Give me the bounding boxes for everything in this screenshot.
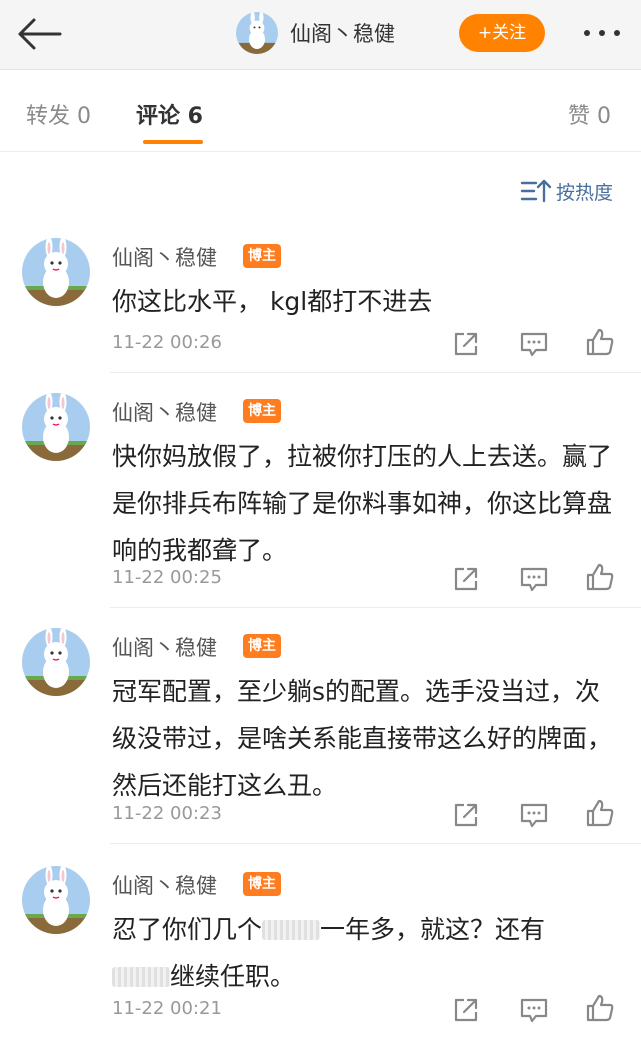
sort-icon [520,179,552,203]
top-bar: 仙阁丶稳健 +关注 [0,0,641,70]
divider [110,372,641,373]
tab-likes[interactable]: 赞 0 [568,98,611,130]
divider [110,843,641,844]
redacted-text [112,967,170,987]
follow-button[interactable]: +关注 [459,14,545,52]
sort-label: 按热度 [556,182,614,204]
commenter-name[interactable]: 仙阁丶稳健 [112,870,217,900]
like-icon[interactable] [584,797,616,829]
commenter-name[interactable]: 仙阁丶稳健 [112,397,217,427]
back-arrow-icon[interactable] [14,12,64,56]
comment-text: 快你妈放假了，拉被你打压的人上去送。赢了是你排兵布阵输了是你料事如神，你这比算盘… [112,442,613,565]
comment-time: 11-22 00:25 [112,567,222,588]
commenter-name[interactable]: 仙阁丶稳健 [112,632,217,662]
comment-time: 11-22 00:21 [112,998,222,1019]
author-badge: 博主 [243,399,281,423]
comment-item: 仙阁丶稳健 博主 快你妈放假了，拉被你打压的人上去送。赢了是你排兵布阵输了是你料… [0,393,641,607]
comment-text-part: 一年多，就这？还有 [320,915,546,944]
author-avatar[interactable] [236,12,278,54]
like-icon[interactable] [584,326,616,358]
comment-text: 忍了你们几个 一年多，就这？还有 继续任职。 [112,906,612,1000]
share-icon[interactable] [450,799,482,831]
comment-icon[interactable] [518,328,550,360]
active-tab-indicator [143,140,203,144]
redacted-text [262,920,321,940]
comment-text: 你这比水平， kgl都打不进去 [112,287,433,316]
tab-comments[interactable]: 评论 6 [136,98,203,130]
more-options-icon[interactable] [580,18,624,48]
comment-icon[interactable] [518,799,550,831]
author-badge: 博主 [243,872,281,896]
share-icon[interactable] [450,328,482,360]
comment-text: 冠军配置，至少躺s的配置。选手没当过，次级没带过，是啥关系能直接带这么好的牌面，… [112,677,613,800]
author-badge: 博主 [243,634,281,658]
comment-item: 仙阁丶稳健 博主 你这比水平， kgl都打不进去 11-22 00:26 [0,238,641,372]
share-icon[interactable] [450,994,482,1026]
like-icon[interactable] [584,561,616,593]
divider [110,607,641,608]
commenter-name[interactable]: 仙阁丶稳健 [112,242,217,272]
comment-time: 11-22 00:26 [112,332,222,353]
comment-text-part: 继续任职。 [170,962,296,991]
author-name[interactable]: 仙阁丶稳健 [290,18,395,48]
tab-repost[interactable]: 转发 0 [26,98,91,130]
comment-text-part: 忍了你们几个 [112,915,263,944]
share-icon[interactable] [450,563,482,595]
comment-item: 仙阁丶稳健 博主 忍了你们几个 一年多，就这？还有 继续任职。 11-22 00:2… [0,866,641,1049]
comment-item: 仙阁丶稳健 博主 冠军配置，至少躺s的配置。选手没当过，次级没带过，是啥关系能直… [0,628,641,842]
avatar[interactable] [22,866,90,934]
like-icon[interactable] [584,992,616,1024]
avatar[interactable] [22,238,90,306]
comment-time: 11-22 00:23 [112,803,222,824]
comment-icon[interactable] [518,994,550,1026]
author-badge: 博主 [243,244,281,268]
avatar[interactable] [22,628,90,696]
avatar[interactable] [22,393,90,461]
comment-icon[interactable] [518,563,550,595]
tab-bar: 转发 0 评论 6 赞 0 [0,70,641,152]
